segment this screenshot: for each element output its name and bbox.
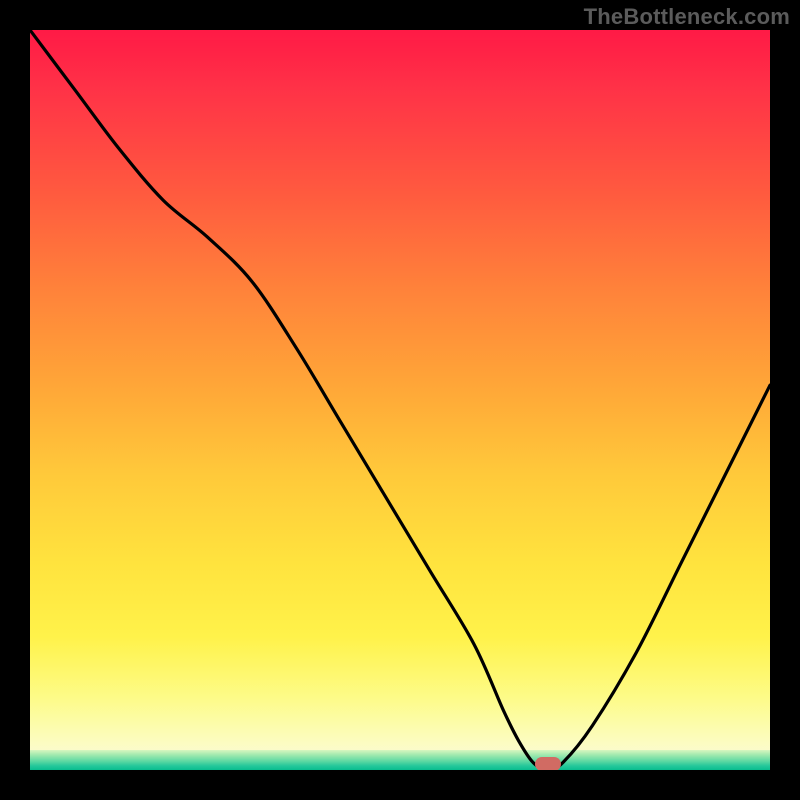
curve-svg xyxy=(30,30,770,770)
optimum-marker xyxy=(535,757,561,770)
watermark-text: TheBottleneck.com xyxy=(584,4,790,30)
chart-frame: TheBottleneck.com xyxy=(0,0,800,800)
plot-area xyxy=(30,30,770,770)
bottleneck-curve xyxy=(30,30,770,770)
